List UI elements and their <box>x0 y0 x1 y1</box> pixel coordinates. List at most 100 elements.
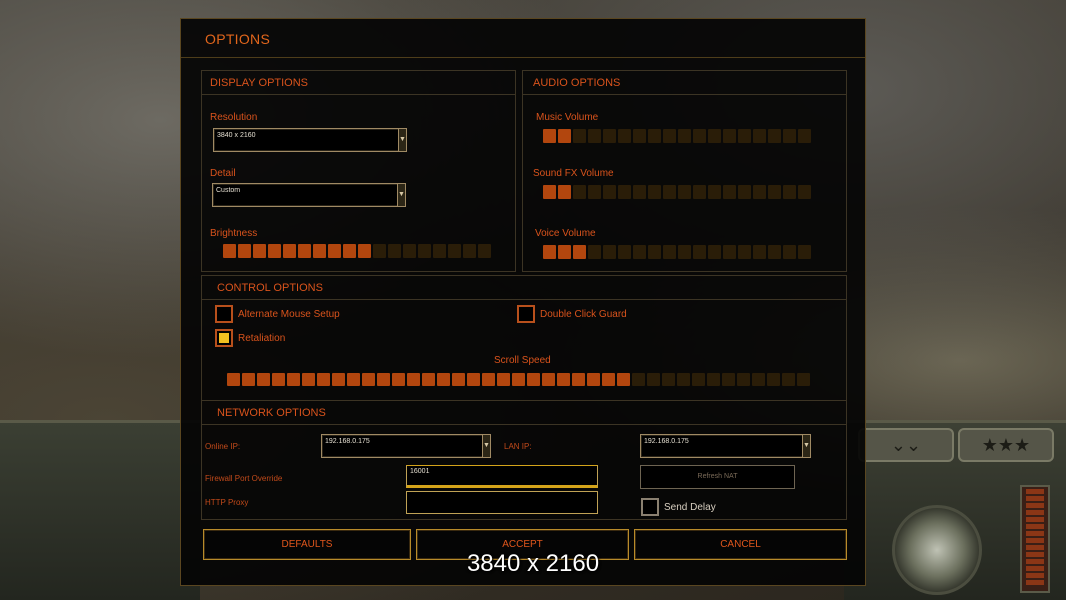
resolution-overlay-text: 3840 x 2160 <box>466 550 600 577</box>
detail-dropdown[interactable]: Custom ▼ <box>212 183 406 207</box>
hud-stars-button: ★★★ <box>958 428 1054 462</box>
slider-segment <box>782 373 795 386</box>
slider-segment <box>798 185 811 199</box>
slider-segment <box>768 185 781 199</box>
online-ip-dropdown[interactable]: 192.168.0.175 ▼ <box>321 434 491 458</box>
slider-segment <box>708 185 721 199</box>
slider-segment <box>648 185 661 199</box>
slider-segment <box>647 373 660 386</box>
slider-segment <box>343 244 356 258</box>
slider-segment <box>558 245 571 259</box>
slider-segment <box>783 245 796 259</box>
slider-segment <box>708 245 721 259</box>
slider-segment <box>227 373 240 386</box>
slider-segment <box>527 373 540 386</box>
control-options-title: CONTROL OPTIONS <box>217 282 323 294</box>
slider-segment <box>283 244 296 258</box>
alternate-mouse-checkbox[interactable] <box>215 305 233 323</box>
slider-segment <box>467 373 480 386</box>
slider-segment <box>332 373 345 386</box>
audio-options-title: AUDIO OPTIONS <box>533 77 621 89</box>
voice-volume-label: Voice Volume <box>535 228 596 239</box>
slider-segment <box>287 373 300 386</box>
scroll-speed-slider[interactable] <box>227 373 810 387</box>
slider-segment <box>618 129 631 143</box>
firewall-port-input[interactable]: 16001 <box>406 465 598 488</box>
resolution-label: Resolution <box>210 112 258 123</box>
slider-segment <box>377 373 390 386</box>
slider-segment <box>723 185 736 199</box>
slider-segment <box>633 185 646 199</box>
slider-segment <box>738 245 751 259</box>
music-volume-slider[interactable] <box>543 129 811 143</box>
slider-segment <box>407 373 420 386</box>
slider-segment <box>448 244 461 258</box>
network-options-title: NETWORK OPTIONS <box>217 407 326 419</box>
brightness-label: Brightness <box>210 228 258 239</box>
double-click-guard-label: Double Click Guard <box>540 309 627 320</box>
slider-segment <box>708 129 721 143</box>
slider-segment <box>388 244 401 258</box>
slider-segment <box>557 373 570 386</box>
slider-segment <box>272 373 285 386</box>
voice-volume-slider[interactable] <box>543 245 811 259</box>
display-options-panel: DISPLAY OPTIONS Resolution 3840 x 2160 ▼… <box>201 70 516 272</box>
sfx-volume-label: Sound FX Volume <box>533 168 614 179</box>
refresh-nat-button[interactable]: Refresh NAT <box>640 465 795 489</box>
slider-segment <box>268 244 281 258</box>
slider-segment <box>737 373 750 386</box>
slider-segment <box>482 373 495 386</box>
slider-segment <box>648 129 661 143</box>
retaliation-label: Retaliation <box>238 333 286 344</box>
slider-segment <box>603 185 616 199</box>
slider-segment <box>767 373 780 386</box>
alternate-mouse-label: Alternate Mouse Setup <box>238 309 340 320</box>
slider-segment <box>738 129 751 143</box>
slider-segment <box>512 373 525 386</box>
slider-segment <box>678 245 691 259</box>
control-options-panel: CONTROL OPTIONS Alternate Mouse Setup Do… <box>201 275 847 401</box>
slider-segment <box>618 245 631 259</box>
chevron-down-icon: ▼ <box>398 129 406 151</box>
lan-ip-dropdown[interactable]: 192.168.0.175 ▼ <box>640 434 811 458</box>
options-title: OPTIONS <box>205 31 271 47</box>
resolution-dropdown[interactable]: 3840 x 2160 ▼ <box>213 128 407 152</box>
slider-segment <box>633 129 646 143</box>
display-options-title: DISPLAY OPTIONS <box>210 77 309 89</box>
chevron-down-icon: ▼ <box>397 184 405 206</box>
slider-segment <box>588 245 601 259</box>
slider-segment <box>573 129 586 143</box>
slider-segment <box>358 244 371 258</box>
slider-segment <box>452 373 465 386</box>
slider-segment <box>663 245 676 259</box>
slider-segment <box>783 185 796 199</box>
double-click-guard-checkbox[interactable] <box>517 305 535 323</box>
retaliation-checkbox[interactable] <box>215 329 233 347</box>
slider-segment <box>753 185 766 199</box>
slider-segment <box>648 245 661 259</box>
slider-segment <box>783 129 796 143</box>
slider-segment <box>422 373 435 386</box>
slider-segment <box>542 373 555 386</box>
slider-segment <box>678 185 691 199</box>
slider-segment <box>313 244 326 258</box>
sfx-volume-slider[interactable] <box>543 185 811 199</box>
slider-segment <box>738 185 751 199</box>
send-delay-checkbox[interactable] <box>641 498 659 516</box>
music-volume-label: Music Volume <box>536 112 599 123</box>
slider-segment <box>633 245 646 259</box>
slider-segment <box>558 129 571 143</box>
http-proxy-label: HTTP Proxy <box>205 498 249 507</box>
http-proxy-input[interactable] <box>406 491 598 514</box>
slider-segment <box>798 129 811 143</box>
title-divider <box>181 57 865 58</box>
network-options-header: NETWORK OPTIONS <box>202 401 846 425</box>
slider-segment <box>433 244 446 258</box>
audio-options-panel: AUDIO OPTIONS Music Volume Sound FX Volu… <box>522 70 847 272</box>
slider-segment <box>768 129 781 143</box>
slider-segment <box>797 373 810 386</box>
slider-segment <box>238 244 251 258</box>
slider-segment <box>373 244 386 258</box>
chevron-down-icon: ▼ <box>482 435 490 457</box>
brightness-slider[interactable] <box>223 244 491 258</box>
